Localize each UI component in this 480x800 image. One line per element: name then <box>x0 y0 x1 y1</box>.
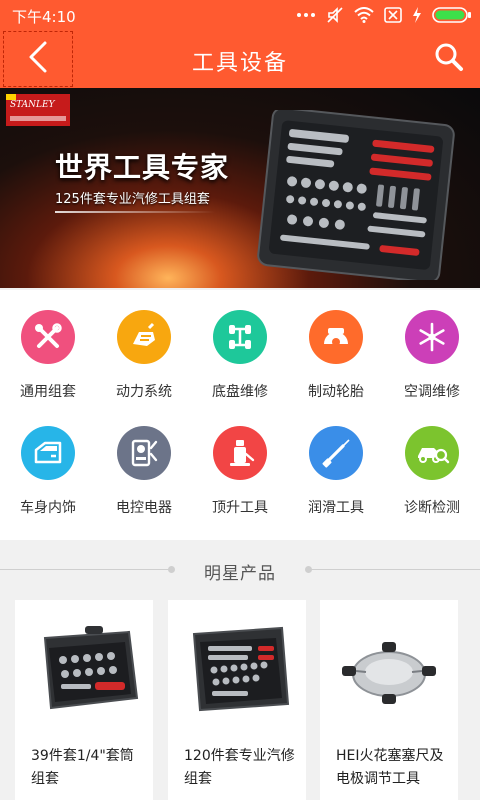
banner-subline: 125件套专业汽修工具组套 <box>55 192 210 207</box>
snowflake-icon <box>405 310 459 364</box>
category-item[interactable]: 润滑工具 <box>288 406 384 522</box>
category-label: 诊断检测 <box>404 500 460 516</box>
product-card[interactable]: 120件套专业汽修组套 <box>168 600 306 800</box>
engine-icon <box>117 310 171 364</box>
page-title: 工具设备 <box>191 51 288 76</box>
chassis-icon <box>213 310 267 364</box>
product-name: HEI火花塞塞尺及电极调节工具 <box>336 748 444 787</box>
status-time: 下午4:10 <box>12 8 76 26</box>
product-name: 120件套专业汽修组套 <box>184 748 295 787</box>
battery-icon <box>432 7 472 23</box>
product-card[interactable]: 39件套1/4"套筒组套 <box>15 600 153 800</box>
brake-icon <box>309 310 363 364</box>
jack-icon <box>213 426 267 480</box>
category-label: 动力系统 <box>116 384 172 400</box>
brand-logo: STANLEY <box>6 94 70 126</box>
category-item[interactable]: 顶升工具 <box>192 406 288 522</box>
more-dots-icon <box>296 12 316 18</box>
category-grid: 通用组套 动力系统 底盘维修 制动轮胎 空调维修 车身内饰 电控电器 顶升工具 … <box>0 290 480 540</box>
category-label: 制动轮胎 <box>308 384 364 400</box>
category-label: 底盘维修 <box>212 384 268 400</box>
car-door-icon <box>21 426 75 480</box>
product-card[interactable]: HEI火花塞塞尺及电极调节工具 <box>320 600 458 800</box>
category-label: 车身内饰 <box>20 500 76 516</box>
wifi-icon <box>354 7 374 23</box>
category-label: 润滑工具 <box>308 500 364 516</box>
category-label: 顶升工具 <box>212 500 268 516</box>
mute-icon <box>326 6 344 24</box>
category-item[interactable]: 通用组套 <box>0 290 96 406</box>
category-item[interactable]: 诊断检测 <box>384 406 480 522</box>
product-image <box>15 600 153 735</box>
promo-banner[interactable]: STANLEY 世界工具专家 125件套专业汽修工具组套 <box>0 88 480 288</box>
status-bar: 下午4:10 <box>0 0 480 30</box>
toolcase-image <box>257 110 455 280</box>
category-label: 通用组套 <box>20 384 76 400</box>
category-item[interactable]: 电控电器 <box>96 406 192 522</box>
electric-device-icon <box>117 426 171 480</box>
section-title: 明星产品 <box>204 564 276 584</box>
status-icons <box>296 5 472 25</box>
category-item[interactable]: 制动轮胎 <box>288 290 384 406</box>
product-image <box>168 600 306 735</box>
category-item[interactable]: 动力系统 <box>96 290 192 406</box>
banner-divider <box>55 211 215 213</box>
category-item[interactable]: 底盘维修 <box>192 290 288 406</box>
search-icon <box>434 42 464 76</box>
top-bar: 工具设备 <box>0 30 480 88</box>
car-diagnosis-icon <box>405 426 459 480</box>
category-label: 电控电器 <box>116 500 172 516</box>
product-image <box>320 600 458 735</box>
product-name: 39件套1/4"套筒组套 <box>31 748 134 787</box>
banner-headline: 世界工具专家 <box>55 151 230 184</box>
no-sim-icon <box>384 7 402 23</box>
section-header: 明星产品 <box>0 540 480 600</box>
category-item[interactable]: 车身内饰 <box>0 406 96 522</box>
tools-cross-icon <box>21 310 75 364</box>
charging-icon <box>412 7 422 23</box>
category-item[interactable]: 空调维修 <box>384 290 480 406</box>
section-divider-right <box>310 569 480 570</box>
search-button[interactable] <box>432 42 466 76</box>
category-label: 空调维修 <box>404 384 460 400</box>
grease-gun-icon <box>309 426 363 480</box>
